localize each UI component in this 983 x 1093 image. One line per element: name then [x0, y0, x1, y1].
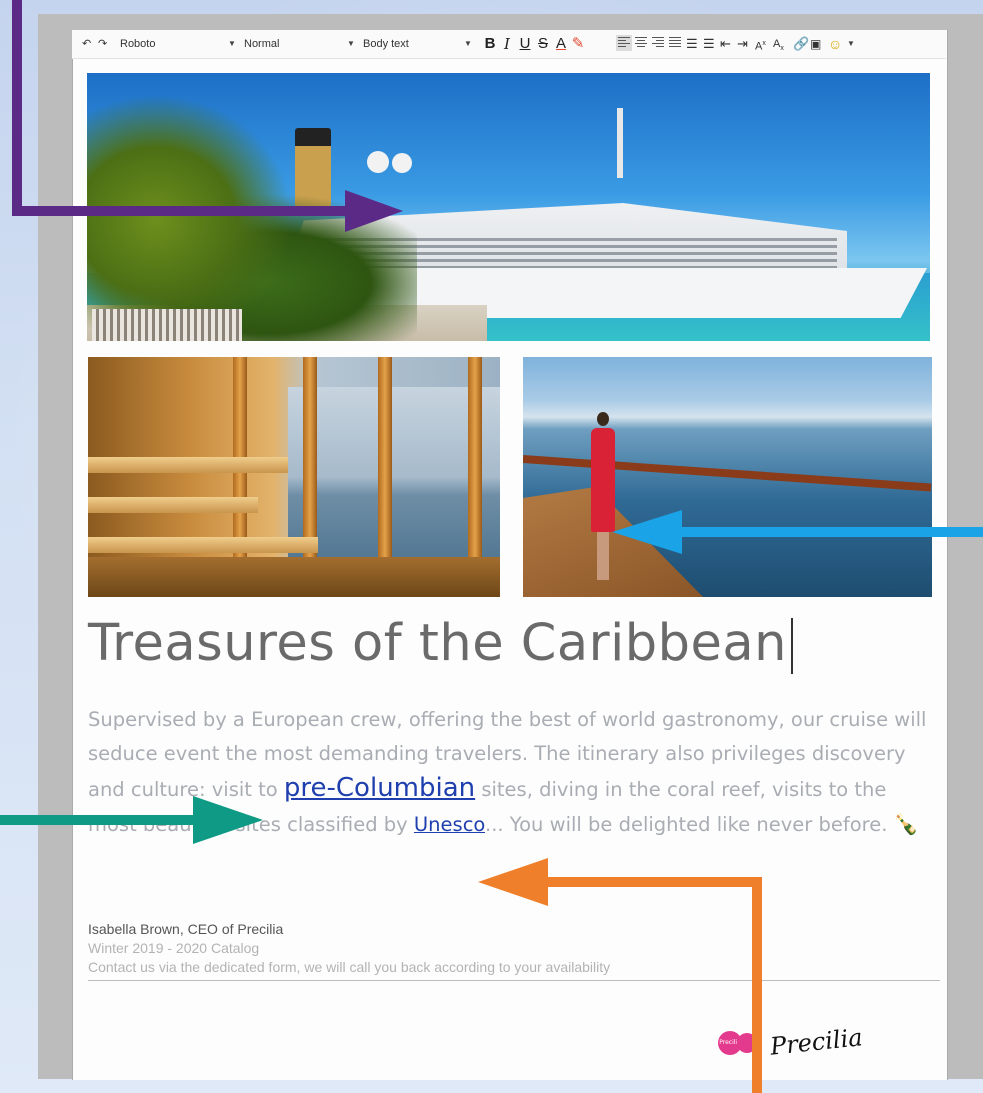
purple-arrow-line: [12, 0, 22, 214]
deck-woman-image[interactable]: [523, 357, 932, 597]
subscript-button[interactable]: Ax: [773, 36, 784, 52]
blue-arrow-line: [680, 527, 983, 537]
ship-mast: [617, 108, 623, 178]
block-style-dropdown-icon[interactable]: ▼: [464, 36, 472, 52]
editor-toolbar: ↶ ↷ Roboto ▼ Normal ▼ Body text ▼ B I U …: [72, 30, 946, 59]
indent-decrease-icon[interactable]: ⇤: [720, 36, 731, 52]
woman-figure: [591, 412, 615, 582]
orange-arrow-line: [752, 877, 762, 1093]
align-justify-icon[interactable]: [669, 37, 681, 49]
sauna-bench: [88, 457, 288, 473]
divider: [88, 980, 940, 981]
block-style-select[interactable]: Body text: [363, 36, 409, 52]
champagne-emoji: 🍾: [893, 812, 919, 836]
bullet-list-icon[interactable]: ☰: [703, 36, 715, 52]
align-right-icon[interactable]: [652, 37, 664, 49]
underline-button[interactable]: U: [517, 34, 533, 54]
catalog-line: Winter 2019 - 2020 Catalog: [88, 940, 260, 956]
indent-increase-icon[interactable]: ⇥: [737, 36, 748, 52]
headline[interactable]: Treasures of the Caribbean: [88, 604, 938, 684]
font-size-select[interactable]: Normal: [244, 36, 279, 52]
emoji-icon[interactable]: ☺: [828, 36, 842, 52]
woman-head: [597, 412, 609, 426]
block-style-value: Body text: [363, 38, 409, 50]
sauna-bench: [88, 497, 258, 513]
highlight-icon[interactable]: ✎: [570, 34, 586, 54]
signer-name: Isabella Brown, CEO of Precilia: [88, 921, 284, 937]
beach-fence: [92, 309, 242, 341]
headline-text: Treasures of the Caribbean: [88, 614, 788, 673]
pre-columbian-link[interactable]: pre-Columbian: [284, 773, 475, 803]
sauna-bench: [88, 537, 318, 553]
text-cursor: [791, 618, 794, 674]
font-family-dropdown-icon[interactable]: ▼: [228, 36, 236, 52]
blue-arrow-head: [612, 510, 682, 554]
italic-button[interactable]: I: [499, 34, 515, 54]
font-family-value: Roboto: [120, 38, 156, 50]
strikethrough-button[interactable]: S: [535, 34, 551, 54]
font-size-value: Normal: [244, 38, 280, 50]
purple-arrow-line: [12, 206, 352, 216]
sauna-image[interactable]: [88, 357, 500, 597]
unesco-link[interactable]: Unesco: [414, 813, 485, 836]
undo-icon[interactable]: ↶: [82, 36, 91, 52]
bold-button[interactable]: B: [482, 34, 498, 54]
link-icon[interactable]: 🔗: [793, 36, 809, 52]
redo-icon[interactable]: ↷: [98, 36, 107, 52]
font-size-dropdown-icon[interactable]: ▼: [347, 36, 355, 52]
align-center-icon[interactable]: [635, 37, 647, 49]
paragraph-text: ... You will be delighted like never bef…: [485, 813, 888, 836]
orange-arrow-head: [478, 858, 548, 906]
numbered-list-icon[interactable]: ☰: [686, 36, 698, 52]
contact-line: Contact us via the dedicated form, we wi…: [88, 959, 611, 975]
orange-arrow-line: [540, 877, 762, 887]
purple-arrow-head: [345, 190, 403, 232]
sauna-floor: [88, 557, 500, 597]
ship-radar: [392, 153, 412, 173]
align-left-icon[interactable]: [616, 35, 632, 51]
teal-arrow-line: [0, 815, 200, 825]
signature-block[interactable]: Isabella Brown, CEO of Precilia Winter 2…: [88, 920, 928, 977]
ship-radar: [367, 151, 389, 173]
emoji-dropdown-icon[interactable]: ▼: [847, 36, 855, 52]
superscript-button[interactable]: Ax: [755, 36, 766, 53]
deck-railing: [523, 455, 932, 492]
woman-legs: [597, 532, 609, 580]
image-icon[interactable]: ▣: [810, 36, 821, 52]
text-color-button[interactable]: A: [553, 34, 569, 54]
teal-arrow-head: [193, 796, 263, 844]
font-family-select[interactable]: Roboto: [120, 36, 155, 52]
